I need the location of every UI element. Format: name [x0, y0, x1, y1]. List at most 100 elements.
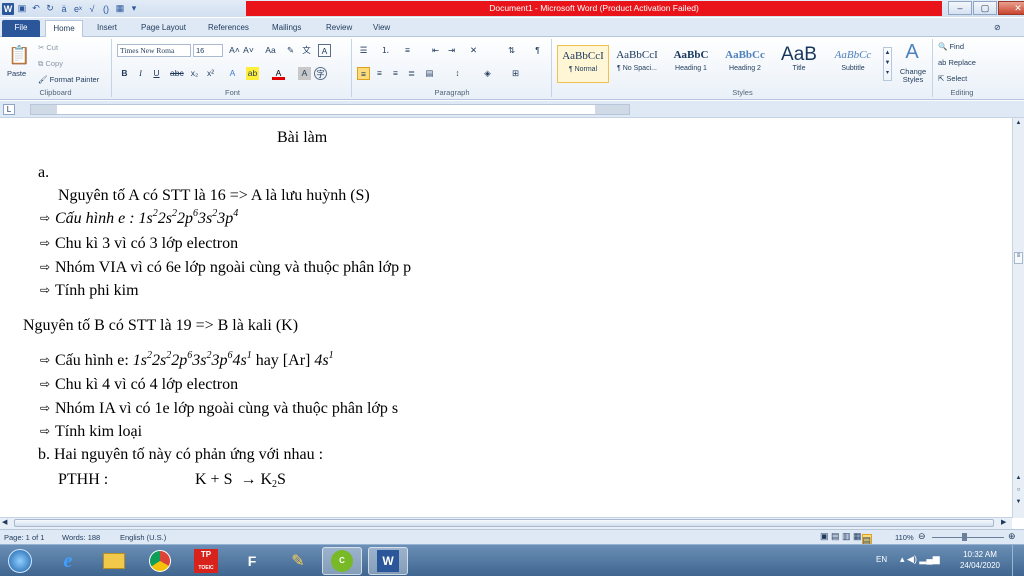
view-buttons[interactable]: ▣ ▤ ▥ ▦ ▤: [820, 531, 873, 547]
cut-button[interactable]: ✂ Cut: [38, 43, 58, 52]
increase-indent-icon[interactable]: ⇥: [445, 44, 458, 57]
align-center-icon[interactable]: ≡: [373, 67, 386, 80]
word-count[interactable]: Words: 188: [62, 533, 100, 542]
char-shading-icon[interactable]: A: [298, 67, 311, 80]
close-button[interactable]: ✕: [998, 1, 1024, 15]
font-size-box[interactable]: 16: [193, 44, 223, 57]
change-case-icon[interactable]: Aa: [264, 44, 277, 57]
sort-icon[interactable]: ⇅: [505, 44, 518, 57]
style-heading-2[interactable]: AaBbCc Heading 2: [719, 45, 771, 83]
tab-home[interactable]: Home: [45, 20, 83, 38]
help-icon[interactable]: ⊘: [994, 20, 1001, 37]
ie-icon[interactable]: e: [48, 547, 88, 575]
align-left-icon[interactable]: ≡: [357, 67, 370, 80]
zoom-in-icon[interactable]: ⊕: [1008, 531, 1016, 542]
tab-mailings[interactable]: Mailings: [272, 20, 301, 37]
word-logo-icon[interactable]: W: [2, 2, 14, 15]
distributed-icon[interactable]: ▤: [423, 67, 436, 80]
browse-icons[interactable]: ▲ ○ ▼: [1014, 472, 1023, 508]
style-normal[interactable]: AaBbCcI ¶ Normal: [557, 45, 609, 83]
tab-insert[interactable]: Insert: [97, 20, 117, 37]
zoom-slider-thumb[interactable]: [962, 533, 967, 541]
phonetic-icon[interactable]: 文: [300, 44, 313, 57]
language-indicator[interactable]: English (U.S.): [120, 533, 166, 542]
input-language[interactable]: EN: [876, 555, 887, 564]
maximize-button[interactable]: ▢: [973, 1, 997, 15]
style-heading-1[interactable]: AaBbC Heading 1: [665, 45, 717, 83]
strikethrough-icon[interactable]: abc: [170, 67, 184, 80]
highlight-icon[interactable]: ab: [246, 67, 259, 80]
coccoc-icon[interactable]: C: [322, 547, 362, 575]
justify-icon[interactable]: ≣: [405, 67, 418, 80]
copy-button[interactable]: ⧉ Copy: [38, 59, 63, 69]
tray-icons[interactable]: ▴ ◀) ▂▄▆: [900, 554, 940, 565]
asian-layout-icon[interactable]: ✕: [467, 44, 480, 57]
tab-review[interactable]: Review: [326, 20, 352, 37]
grow-font-icon[interactable]: A˄: [228, 44, 241, 57]
char-border-icon[interactable]: A: [318, 44, 331, 57]
tab-page-layout[interactable]: Page Layout: [141, 20, 186, 37]
font-color-icon[interactable]: A: [272, 67, 285, 80]
customize-qat-icon[interactable]: ▾: [128, 3, 140, 15]
radical-icon[interactable]: √: [86, 3, 98, 15]
zoom-out-icon[interactable]: ⊖: [918, 531, 926, 542]
clock-date[interactable]: 24/04/2020: [958, 561, 1002, 570]
style-subtitle[interactable]: AaBbCc Subtitle: [827, 45, 879, 83]
font-name-box[interactable]: Times New Roma: [117, 44, 191, 57]
style-no-spacing[interactable]: AaBbCcI ¶ No Spaci...: [611, 45, 663, 83]
tab-selector[interactable]: L: [3, 104, 15, 115]
line-spacing-icon[interactable]: ↕: [451, 67, 464, 80]
paint-app-icon[interactable]: ✎: [278, 547, 318, 575]
scroll-right-icon[interactable]: ▶: [1001, 518, 1006, 526]
tab-view[interactable]: View: [373, 20, 390, 37]
format-painter-button[interactable]: 🖌 Format Painter: [38, 75, 99, 84]
clear-format-icon[interactable]: ✎: [284, 44, 297, 57]
bold-icon[interactable]: B: [118, 67, 131, 80]
paste-label[interactable]: Paste: [7, 69, 26, 78]
tab-file[interactable]: File: [2, 20, 40, 37]
save-icon[interactable]: ▣: [16, 3, 28, 15]
page-count[interactable]: Page: 1 of 1: [4, 533, 44, 542]
scroll-up-icon[interactable]: ▲: [1014, 120, 1023, 126]
text-effects-icon[interactable]: A: [226, 67, 239, 80]
select-button[interactable]: ⇱ Select: [938, 74, 967, 83]
bullets-icon[interactable]: ☰: [357, 44, 370, 57]
change-styles-icon[interactable]: A: [899, 41, 925, 63]
fpt-app-icon[interactable]: F: [232, 547, 272, 575]
change-styles-button[interactable]: Change Styles: [897, 68, 929, 84]
clock-time[interactable]: 10:32 AM: [958, 550, 1002, 559]
explorer-icon[interactable]: [94, 547, 134, 575]
minimize-button[interactable]: –: [948, 1, 972, 15]
tab-references[interactable]: References: [208, 20, 249, 37]
vertical-scrollbar[interactable]: ▲ ≡ ▲ ○ ▼: [1012, 118, 1024, 518]
underline-icon[interactable]: U: [150, 67, 163, 80]
italic-icon[interactable]: I: [134, 67, 147, 80]
word-taskbar-icon[interactable]: W: [368, 547, 408, 575]
split-icon[interactable]: ≡: [1014, 252, 1023, 264]
superscript-icon[interactable]: x²: [204, 67, 217, 80]
zoom-level[interactable]: 110%: [895, 533, 914, 542]
undo-icon[interactable]: ↶: [30, 3, 42, 15]
find-button[interactable]: 🔍 Find: [938, 42, 964, 51]
exp-icon[interactable]: eˣ: [72, 3, 84, 15]
equation-icon[interactable]: ä: [58, 3, 70, 15]
scroll-left-icon[interactable]: ◀: [2, 518, 7, 526]
chrome-icon[interactable]: [140, 547, 180, 575]
borders-icon[interactable]: ⊞: [509, 67, 522, 80]
horizontal-ruler[interactable]: [30, 104, 630, 115]
numbering-icon[interactable]: ⒈: [379, 44, 392, 57]
zoom-slider[interactable]: [932, 537, 1004, 538]
multilevel-list-icon[interactable]: ≡: [401, 44, 414, 57]
shrink-font-icon[interactable]: A˅: [242, 44, 255, 57]
show-marks-icon[interactable]: ¶: [531, 44, 544, 57]
align-right-icon[interactable]: ≡: [389, 67, 402, 80]
style-title[interactable]: AaB Title: [773, 45, 825, 83]
shading-icon[interactable]: ◈: [481, 67, 494, 80]
subscript-icon[interactable]: x₂: [188, 67, 201, 80]
paste-icon[interactable]: 📋: [8, 43, 30, 67]
show-desktop-button[interactable]: [1012, 545, 1024, 576]
replace-button[interactable]: ab Replace: [938, 58, 976, 67]
decrease-indent-icon[interactable]: ⇤: [429, 44, 442, 57]
horizontal-scroll-thumb[interactable]: [14, 519, 994, 527]
start-button[interactable]: [0, 547, 40, 575]
